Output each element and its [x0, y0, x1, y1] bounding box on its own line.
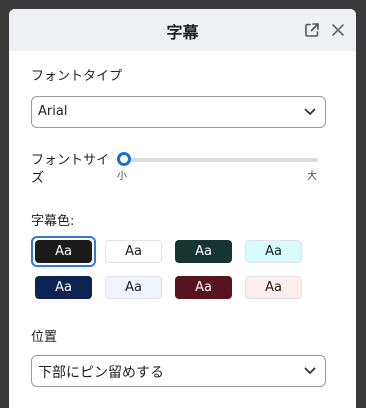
- color-swatch[interactable]: Aa: [105, 276, 162, 299]
- external-link-icon[interactable]: [304, 22, 320, 38]
- font-size-max-label: 大: [307, 171, 317, 182]
- font-size-slider-thumb[interactable]: [117, 152, 131, 166]
- font-type-select[interactable]: Arial: [31, 96, 326, 128]
- color-swatch[interactable]: Aa: [245, 240, 302, 263]
- chevron-down-icon: [304, 108, 316, 115]
- font-size-min-label: 小: [117, 171, 127, 182]
- color-swatch[interactable]: Aa: [35, 276, 92, 299]
- caption-color-label: 字幕色:: [31, 214, 75, 229]
- font-size-slider-track[interactable]: [124, 158, 318, 162]
- color-swatch[interactable]: Aa: [35, 240, 92, 263]
- color-swatch[interactable]: Aa: [245, 276, 302, 299]
- dialog-header: 字幕: [9, 9, 356, 51]
- position-value: 下部にピン留めする: [38, 365, 164, 381]
- chevron-down-icon: [304, 367, 316, 374]
- font-type-label: フォントタイプ: [31, 69, 123, 84]
- close-icon[interactable]: [330, 22, 346, 38]
- color-swatch[interactable]: Aa: [175, 240, 232, 263]
- font-size-label: フォントサイズ: [31, 153, 110, 186]
- position-label: 位置: [31, 330, 58, 345]
- captions-dialog: 字幕 フォントタイプ Arial フォントサイズ 小 大 字幕色: Aa Aa …: [9, 9, 356, 408]
- color-swatch[interactable]: Aa: [175, 276, 232, 299]
- color-swatch[interactable]: Aa: [105, 240, 162, 263]
- font-type-value: Arial: [38, 104, 68, 119]
- position-select[interactable]: 下部にピン留めする: [31, 355, 326, 387]
